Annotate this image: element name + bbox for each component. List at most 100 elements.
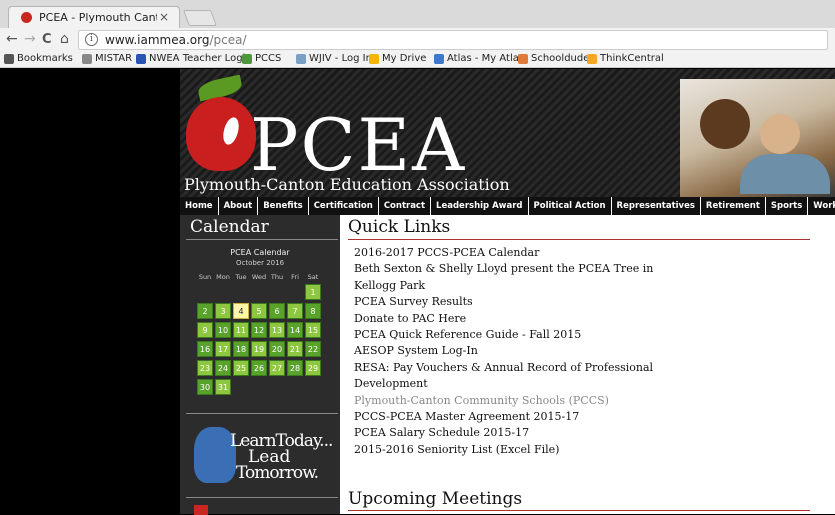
url-text: www.iammea.org/pcea/ [105, 33, 247, 47]
bookmark-item[interactable]: My Drive [369, 53, 426, 64]
nav-item[interactable]: Home [180, 197, 219, 215]
upcoming-meetings-heading: Upcoming Meetings [348, 489, 523, 509]
calendar-day[interactable]: 23 [197, 360, 213, 376]
quick-link[interactable]: PCCS-PCEA Master Agreement 2015-17 [354, 409, 684, 425]
quick-link[interactable]: RESA: Pay Vouchers & Annual Record of Pr… [354, 360, 684, 393]
calendar-day[interactable]: 3 [215, 303, 231, 319]
calendar-day[interactable]: 4 [233, 303, 249, 319]
bookmark-label: My Drive [382, 53, 427, 64]
calendar-day[interactable]: 16 [197, 341, 213, 357]
calendar-day[interactable]: 10 [215, 322, 231, 338]
atlas-icon [434, 53, 444, 64]
sidebar: Calendar PCEA Calendar October 2016 Sun M… [180, 215, 340, 515]
quick-link[interactable]: PCEA Survey Results [354, 294, 684, 310]
nav-item[interactable]: Benefits [258, 197, 309, 215]
nav-item[interactable]: Leadership Award [431, 197, 529, 215]
bookmark-label: PCCS [255, 53, 282, 64]
browser-tab[interactable]: PCEA - Plymouth Canto × [8, 6, 180, 28]
site-container: PCEA Plymouth-Canton Education Associati… [180, 69, 835, 515]
main-nav: Home About Benefits Certification Contract Le… [180, 197, 835, 215]
nav-item[interactable]: Certification [309, 197, 379, 215]
calendar-day[interactable]: 1 [305, 284, 321, 300]
new-tab-button[interactable] [183, 10, 217, 26]
reload-icon[interactable]: C [42, 32, 52, 47]
calendar-day[interactable]: 29 [305, 360, 321, 376]
calendar-blank [197, 284, 213, 300]
thinkcentral-icon [587, 53, 597, 64]
calendar-day[interactable]: 15 [305, 322, 321, 338]
nav-item[interactable]: Contract [379, 197, 432, 215]
calendar-month: October 2016 [235, 259, 285, 267]
bookmark-label: Atlas - My Atlas [447, 53, 525, 64]
address-bar[interactable]: i www.iammea.org/pcea/ [78, 30, 828, 50]
calendar-day[interactable]: 6 [269, 303, 285, 319]
home-icon[interactable]: ⌂ [60, 31, 69, 47]
bookmark-item[interactable]: Atlas - My Atlas [434, 53, 524, 64]
calendar-day[interactable]: 21 [287, 341, 303, 357]
calendar-day[interactable]: 28 [287, 360, 303, 376]
calendar-grid: Sun Mon Tue Wed Thu Fri Sat 1 2 3 4 5 6 7 8 9 10 11 12 13 14… [196, 273, 322, 397]
calendar-day[interactable]: 25 [233, 360, 249, 376]
heading-rule [348, 239, 810, 240]
calendar-day[interactable]: 8 [305, 303, 321, 319]
bookmark-item[interactable]: ThinkCentral [587, 53, 664, 64]
bookmark-label: Schooldude [531, 53, 590, 64]
weekday-label: Sun [198, 273, 212, 281]
calendar-blank [251, 284, 267, 300]
bookmark-item[interactable]: Schooldude [518, 53, 589, 64]
tab-close-icon[interactable]: × [159, 10, 169, 24]
calendar-day[interactable]: 17 [215, 341, 231, 357]
calendar-day[interactable]: 31 [215, 379, 231, 395]
quick-link[interactable]: PCEA Salary Schedule 2015-17 [354, 425, 684, 441]
calendar-day[interactable]: 7 [287, 303, 303, 319]
calendar-day[interactable]: 27 [269, 360, 285, 376]
calendar-day[interactable]: 30 [197, 379, 213, 395]
calendar-day[interactable]: 24 [215, 360, 231, 376]
quick-link[interactable]: Donate to PAC Here [354, 311, 684, 327]
nav-item[interactable]: Retirement [701, 197, 766, 215]
bookmark-item[interactable]: NWEA Teacher Login [136, 53, 252, 64]
weekday-label: Thu [270, 273, 284, 281]
calendar-day[interactable]: 12 [251, 322, 267, 338]
bookmark-item[interactable]: Bookmarks [4, 53, 73, 64]
bookmark-item[interactable]: MISTAR [82, 53, 132, 64]
bookmarks-bar: Bookmarks MISTAR NWEA Teacher Login PCCS WJI… [0, 52, 835, 68]
calendar-blank [215, 284, 231, 300]
forward-icon[interactable]: → [24, 31, 36, 47]
url-host: www.iammea.org [105, 33, 210, 47]
nav-item[interactable]: About [219, 197, 259, 215]
quick-link[interactable]: 2015-2016 Seniority List (Excel File) [354, 442, 684, 458]
weekday-label: Fri [291, 273, 299, 281]
weekday-label: Tue [235, 273, 247, 281]
calendar-day[interactable]: 18 [233, 341, 249, 357]
bookmark-item[interactable]: WJIV - Log In [296, 53, 372, 64]
nav-item[interactable]: Workplace [808, 197, 835, 215]
calendar-day[interactable]: 11 [233, 322, 249, 338]
calendar-day[interactable]: 20 [269, 341, 285, 357]
back-icon[interactable]: ← [6, 31, 18, 47]
quick-link[interactable]: 2016-2017 PCCS-PCEA Calendar [354, 245, 684, 261]
weekday-label: Mon [216, 273, 230, 281]
learn-today-banner[interactable]: LearnToday... Lead Tomorrow. [194, 427, 334, 487]
info-icon[interactable]: i [85, 33, 98, 46]
calendar-day[interactable]: 14 [287, 322, 303, 338]
nav-item[interactable]: Sports [766, 197, 809, 215]
site-header: PCEA Plymouth-Canton Education Associati… [180, 69, 835, 197]
quick-link[interactable]: AESOP System Log-In [354, 343, 684, 359]
quick-links-heading: Quick Links [348, 217, 451, 237]
calendar-day[interactable]: 13 [269, 322, 285, 338]
quick-link[interactable]: Beth Sexton & Shelly Lloyd present the P… [354, 261, 684, 294]
calendar-name[interactable]: PCEA Calendar [180, 248, 340, 257]
quick-link[interactable]: PCEA Quick Reference Guide - Fall 2015 [354, 327, 684, 343]
calendar-day[interactable]: 22 [305, 341, 321, 357]
calendar-day[interactable]: 9 [197, 322, 213, 338]
nav-item[interactable]: Representatives [612, 197, 701, 215]
calendar-day[interactable]: 5 [251, 303, 267, 319]
calendar-day[interactable]: 26 [251, 360, 267, 376]
quick-link[interactable]: Plymouth-Canton Community Schools (PCCS) [354, 393, 684, 409]
calendar-day[interactable]: 19 [251, 341, 267, 357]
bookmark-item[interactable]: PCCS [242, 53, 281, 64]
nav-item[interactable]: Political Action [529, 197, 612, 215]
calendar-day[interactable]: 2 [197, 303, 213, 319]
tab-title: PCEA - Plymouth Canto [39, 11, 157, 24]
